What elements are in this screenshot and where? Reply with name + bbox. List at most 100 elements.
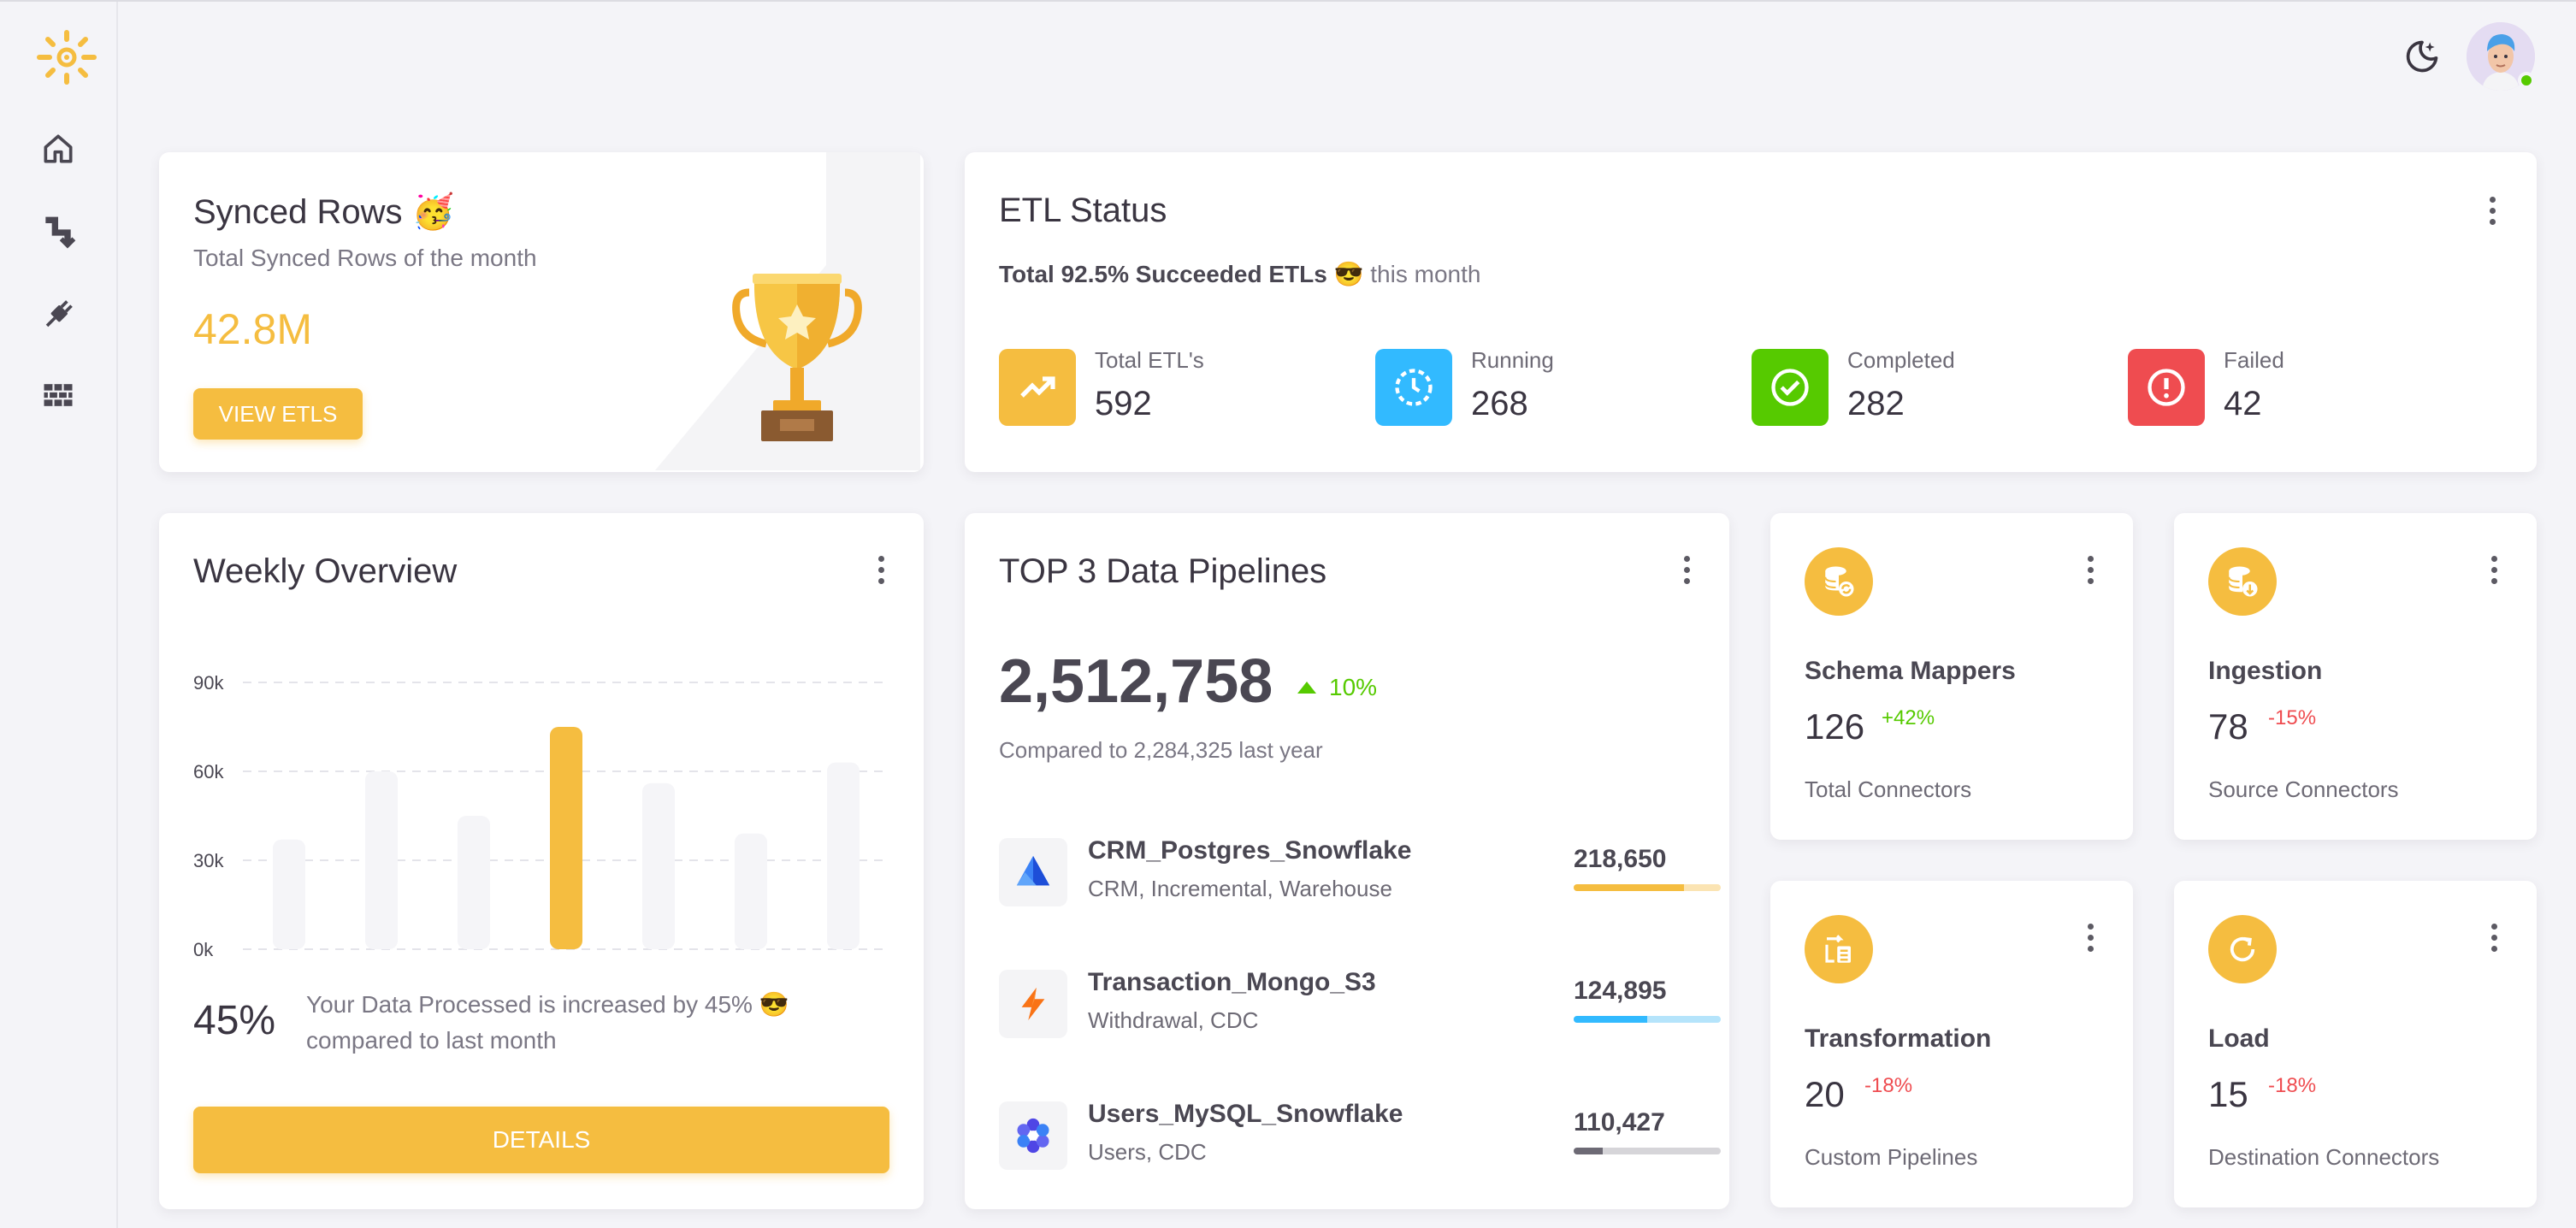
chart-bar[interactable]	[273, 839, 305, 949]
pipeline-value: 110,427	[1574, 1108, 1665, 1136]
pipelines-change-value: 10%	[1329, 674, 1378, 700]
change-badge: -18%	[1864, 1074, 1913, 1097]
transform-icon	[1805, 915, 1873, 983]
pipeline-tags: Withdrawal, CDC	[1088, 1007, 1259, 1033]
details-button[interactable]: DETAILS	[193, 1107, 889, 1173]
trending-up-icon	[999, 349, 1076, 426]
database-import-icon	[2208, 547, 2277, 616]
card-subtitle: Source Connectors	[2208, 776, 2399, 802]
chart-bar[interactable]	[642, 782, 675, 949]
card-value: 20	[1805, 1074, 1845, 1114]
card-subtitle: Total Synced Rows of the month	[193, 245, 537, 271]
pipeline-name: Transaction_Mongo_S3	[1088, 968, 1376, 996]
etl-status-card: ETL Status Total 92.5% Succeeded ETLs 😎 …	[965, 152, 2537, 472]
pipeline-name: Users_MySQL_Snowflake	[1088, 1100, 1403, 1128]
change-badge: +42%	[1882, 706, 1935, 729]
card-title: Ingestion	[2208, 657, 2323, 685]
list-item[interactable]: Transaction_Mongo_S3 Withdrawal, CDC 124…	[999, 968, 1721, 1055]
pipeline-progress-bar	[1574, 884, 1721, 891]
synced-rows-value: 42.8M	[193, 305, 312, 353]
stat-value: 282	[1847, 385, 1905, 422]
pipeline-progress-fill	[1574, 1148, 1604, 1154]
pipeline-progress-fill	[1574, 1016, 1647, 1023]
pipeline-progress-bar	[1574, 1016, 1721, 1023]
stat-label: Completed	[1847, 347, 1955, 373]
card-title: Transformation	[1805, 1024, 1992, 1053]
alert-circle-icon	[2128, 349, 2205, 426]
stat-value: 268	[1471, 385, 1528, 422]
pipeline-progress-bar	[1574, 1148, 1721, 1154]
more-options-button[interactable]	[2477, 917, 2511, 958]
card-subtitle: Destination Connectors	[2208, 1144, 2440, 1170]
weekly-bar-chart: 0k 30k 60k 90k	[193, 672, 889, 960]
sidebar	[0, 2, 118, 1228]
pipelines-total: 2,512,758	[999, 647, 1273, 716]
y-tick-label: 0k	[193, 939, 214, 960]
more-options-button[interactable]	[2073, 917, 2107, 958]
card-value: 78	[2208, 706, 2248, 747]
list-item[interactable]: Users_MySQL_Snowflake Users, CDC 110,427	[999, 1100, 1721, 1187]
check-circle-icon	[1752, 349, 1829, 426]
triangle-logo-icon	[999, 838, 1067, 906]
pipeline-name: CRM_Postgres_Snowflake	[1088, 836, 1412, 865]
sidebar-item-pipelines[interactable]	[36, 210, 80, 255]
view-etls-button[interactable]: VIEW ETLS	[193, 388, 363, 440]
card-value: 126	[1805, 706, 1865, 747]
y-tick-label: 30k	[193, 850, 224, 871]
online-status-dot	[2518, 72, 2535, 89]
pipeline-tags: Users, CDC	[1088, 1139, 1207, 1165]
moon-stars-icon	[2406, 40, 2438, 73]
caret-up-icon	[1297, 682, 1316, 694]
card-title: TOP 3 Data Pipelines	[999, 552, 1327, 590]
more-options-button[interactable]	[1669, 549, 1704, 590]
more-options-button[interactable]	[2073, 549, 2107, 590]
firewall-icon	[44, 384, 73, 406]
weekly-description: Your Data Processed is increased by 45% …	[306, 991, 789, 1054]
chart-bar[interactable]	[550, 727, 582, 949]
more-options-button[interactable]	[2477, 549, 2511, 590]
pipeline-progress-fill	[1574, 884, 1684, 891]
pipeline-value: 124,895	[1574, 977, 1667, 1005]
pipelines-change: 10%	[1297, 674, 1377, 701]
chart-bar[interactable]	[365, 771, 398, 949]
chart-bar[interactable]	[458, 816, 490, 949]
card-title: Load	[2208, 1024, 2270, 1053]
clock-running-icon	[1375, 349, 1452, 426]
y-tick-label: 60k	[193, 761, 224, 782]
theme-toggle-button[interactable]	[2400, 34, 2444, 79]
pipelines-compare: Compared to 2,284,325 last year	[999, 737, 1323, 763]
stat-value: 42	[2224, 385, 2262, 422]
card-value: 15	[2208, 1074, 2248, 1114]
home-icon	[44, 134, 73, 163]
stat-label: Total ETL's	[1095, 347, 1204, 373]
etl-summary-bold: Total 92.5% Succeeded ETLs 😎	[999, 261, 1364, 287]
pipeline-icon	[45, 216, 76, 249]
flower-logo-icon	[999, 1101, 1067, 1170]
top-border	[0, 0, 2576, 2]
trophy-icon	[729, 267, 866, 443]
ingestion-card: Ingestion 78 -15% Source Connectors	[2174, 513, 2537, 840]
stat-label: Failed	[2224, 347, 2284, 373]
card-subtitle: Total Connectors	[1805, 776, 1972, 802]
y-tick-label: 90k	[193, 672, 224, 694]
weekly-percent: 45%	[193, 998, 276, 1043]
chart-bar[interactable]	[827, 762, 860, 949]
more-options-button[interactable]	[2475, 190, 2509, 231]
card-subtitle: Custom Pipelines	[1805, 1144, 1978, 1170]
plug-icon	[45, 300, 73, 328]
sidebar-item-home[interactable]	[36, 127, 80, 171]
stat-label: Running	[1471, 347, 1554, 373]
card-title: Schema Mappers	[1805, 657, 2016, 685]
list-item[interactable]: CRM_Postgres_Snowflake CRM, Incremental,…	[999, 836, 1721, 924]
sun-logo-icon[interactable]	[32, 27, 101, 87]
sidebar-item-firewall[interactable]	[36, 373, 80, 417]
card-title: ETL Status	[999, 192, 1167, 229]
lightning-icon	[999, 970, 1067, 1038]
pipeline-value: 218,650	[1574, 845, 1667, 873]
top-pipelines-card: TOP 3 Data Pipelines 2,512,758 10% Compa…	[965, 513, 1729, 1209]
chart-bar[interactable]	[735, 833, 767, 949]
stat-value: 592	[1095, 385, 1152, 422]
sidebar-item-connectors[interactable]	[36, 292, 80, 337]
etl-summary-rest: this month	[1363, 261, 1481, 287]
database-sync-icon	[1805, 547, 1873, 616]
